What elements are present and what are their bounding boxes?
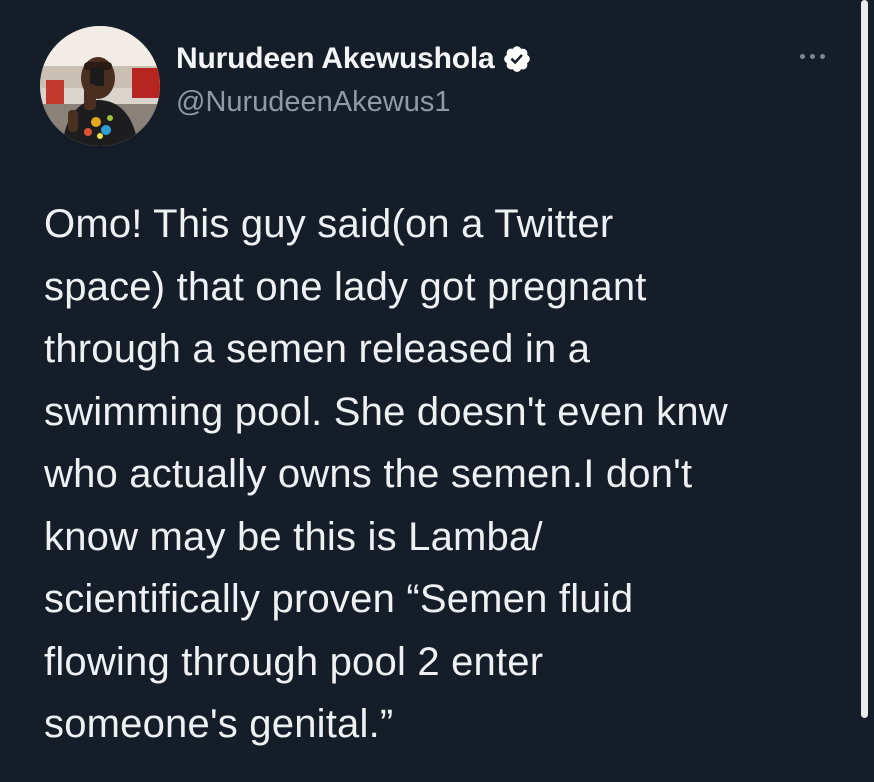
tweet-text: Omo! This guy said(on a Twitter space) t… [44,202,728,746]
author-display-name[interactable]: Nurudeen Akewushola [176,42,495,76]
scrollbar[interactable] [861,0,868,718]
verified-badge-icon [502,44,532,74]
author-name-row: Nurudeen Akewushola [176,42,532,76]
tweet-card: Nurudeen Akewushola @NurudeenAkewus1 Omo… [0,0,874,782]
more-horizontal-icon [799,53,805,59]
more-horizontal-icon-dot [809,53,815,59]
avatar-photo [40,26,160,146]
author-handle[interactable]: @NurudeenAkewus1 [176,86,450,119]
avatar[interactable] [40,26,160,146]
more-options-button[interactable] [790,44,834,68]
more-horizontal-icon-dot [819,53,825,59]
